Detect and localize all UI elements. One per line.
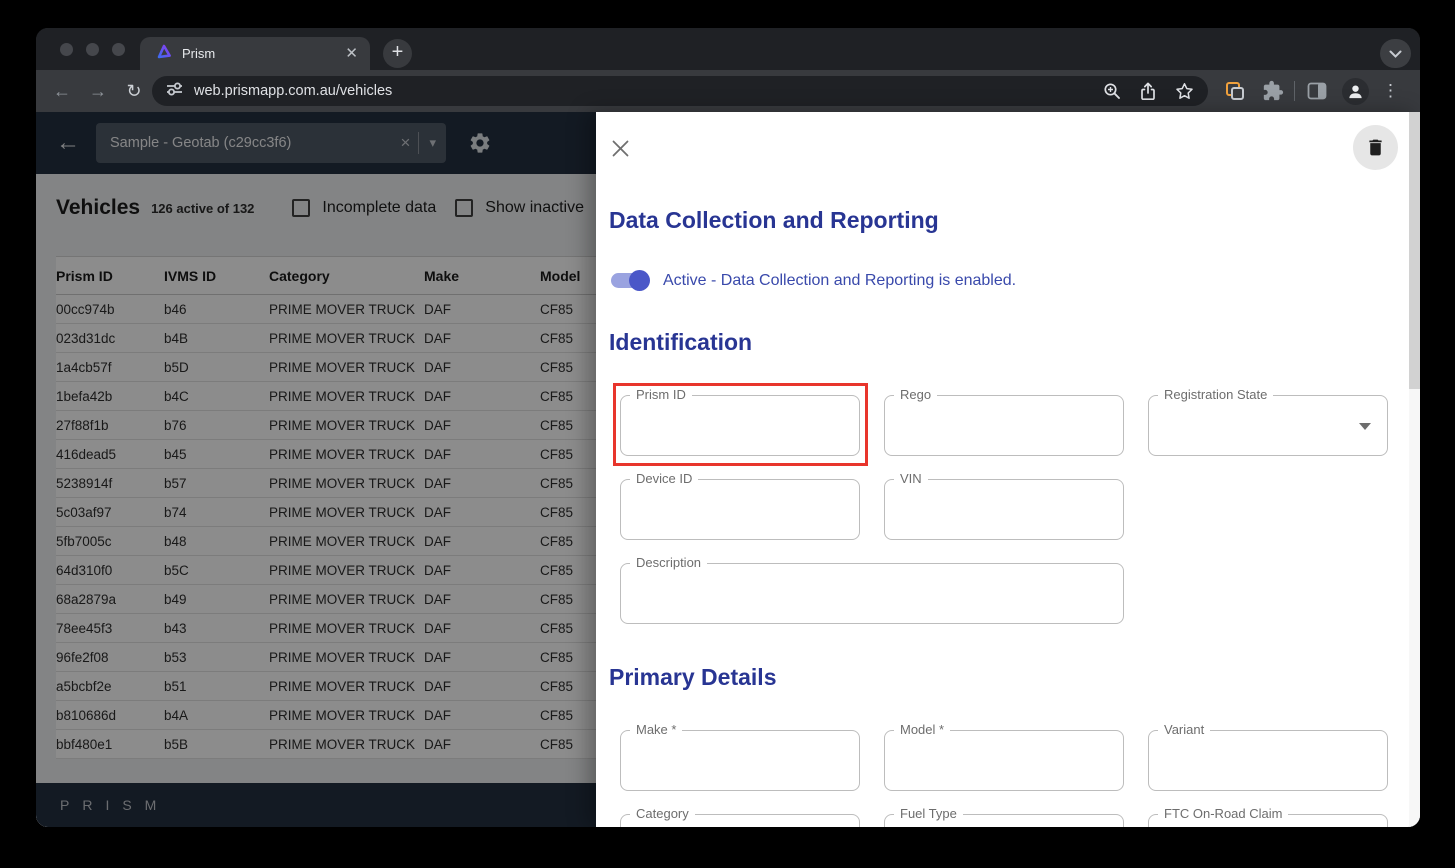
make-label: Make * bbox=[630, 722, 683, 737]
browser-tab[interactable]: Prism ✕ bbox=[140, 37, 370, 70]
active-toggle-switch[interactable] bbox=[611, 270, 650, 291]
category-label: Category bbox=[630, 806, 695, 821]
window-controls bbox=[60, 43, 125, 56]
window-close-button[interactable] bbox=[60, 43, 73, 56]
model-label: Model * bbox=[894, 722, 951, 737]
share-icon[interactable] bbox=[1139, 82, 1157, 101]
device-id-field[interactable]: Device ID bbox=[620, 471, 860, 540]
browser-toolbar: ← → ↻ web.prismapp.com.au/vehicles ⋮ bbox=[36, 70, 1420, 112]
drawer-scrollbar[interactable] bbox=[1409, 112, 1420, 827]
prism-id-input[interactable] bbox=[631, 410, 849, 427]
back-icon[interactable]: ← bbox=[44, 73, 80, 109]
dropdown-arrow-icon[interactable] bbox=[1359, 423, 1371, 430]
window-minimize-button[interactable] bbox=[86, 43, 99, 56]
variant-input[interactable] bbox=[1159, 745, 1377, 762]
drawer-body: Data Collection and Reporting Active - D… bbox=[596, 112, 1420, 827]
bookmark-star-icon[interactable] bbox=[1175, 82, 1194, 100]
toggle-knob bbox=[629, 270, 650, 291]
category-field[interactable]: Category bbox=[620, 806, 860, 827]
vin-field[interactable]: VIN bbox=[884, 471, 1124, 540]
new-tab-button[interactable]: + bbox=[383, 39, 412, 68]
browser-menu-icon[interactable]: ⋮ bbox=[1382, 81, 1399, 101]
section-title-identification: Identification bbox=[609, 329, 753, 355]
description-field[interactable]: Description bbox=[620, 555, 1124, 624]
model-input[interactable] bbox=[895, 745, 1113, 762]
tab-close-icon[interactable]: ✕ bbox=[345, 46, 358, 61]
reload-icon[interactable]: ↻ bbox=[116, 73, 152, 109]
section-title-primary-details: Primary Details bbox=[609, 664, 777, 690]
active-toggle-row: Active - Data Collection and Reporting i… bbox=[609, 270, 1376, 291]
active-toggle-label: Active - Data Collection and Reporting i… bbox=[663, 271, 1017, 289]
tab-search-chevron-icon[interactable] bbox=[1380, 39, 1411, 68]
device-id-input[interactable] bbox=[631, 494, 849, 511]
registration-state-label: Registration State bbox=[1158, 387, 1274, 402]
trash-icon bbox=[1369, 139, 1382, 156]
vin-label: VIN bbox=[894, 471, 928, 486]
side-panel-icon[interactable] bbox=[1307, 82, 1327, 100]
make-field[interactable]: Make * bbox=[620, 722, 860, 791]
model-field[interactable]: Model * bbox=[884, 722, 1124, 791]
tab-organize-icon[interactable] bbox=[1223, 79, 1247, 103]
url-text[interactable]: web.prismapp.com.au/vehicles bbox=[194, 83, 1085, 99]
description-label: Description bbox=[630, 555, 708, 570]
variant-field[interactable]: Variant bbox=[1148, 722, 1388, 791]
vin-input[interactable] bbox=[895, 494, 1113, 511]
rego-input[interactable] bbox=[895, 410, 1113, 427]
address-bar[interactable]: web.prismapp.com.au/vehicles bbox=[152, 76, 1208, 106]
section-title-reporting: Data Collection and Reporting bbox=[609, 207, 939, 233]
drawer-close-icon[interactable] bbox=[612, 140, 629, 162]
fuel-type-label: Fuel Type bbox=[894, 806, 963, 821]
ftc-on-road-claim-label: FTC On-Road Claim bbox=[1158, 806, 1289, 821]
window-zoom-button[interactable] bbox=[112, 43, 125, 56]
registration-state-field[interactable]: Registration State bbox=[1148, 387, 1388, 456]
site-settings-icon[interactable] bbox=[166, 81, 183, 102]
vehicle-edit-drawer: Data Collection and Reporting Active - D… bbox=[596, 112, 1420, 827]
scrollbar-thumb[interactable] bbox=[1409, 112, 1420, 389]
extensions-puzzle-icon[interactable] bbox=[1262, 80, 1284, 102]
primary-details-fields: Make * Model * Variant Category Fuel Typ… bbox=[620, 722, 1388, 827]
description-input[interactable] bbox=[631, 578, 1113, 595]
ftc-on-road-claim-field[interactable]: FTC On-Road Claim bbox=[1148, 806, 1388, 827]
tab-title: Prism bbox=[182, 46, 216, 61]
rego-label: Rego bbox=[894, 387, 938, 402]
variant-label: Variant bbox=[1158, 722, 1211, 737]
prism-id-label: Prism ID bbox=[630, 387, 692, 402]
web-content: ← Sample - Geotab (c29cc3f6) × ▾ Vehicle… bbox=[36, 112, 1420, 827]
forward-icon[interactable]: → bbox=[80, 73, 116, 109]
identification-fields: Prism ID Rego Registration State Device … bbox=[613, 383, 1388, 624]
prism-id-field[interactable]: Prism ID bbox=[620, 387, 860, 456]
toolbar-divider bbox=[1294, 81, 1295, 101]
delete-vehicle-button[interactable] bbox=[1353, 125, 1398, 170]
rego-field[interactable]: Rego bbox=[884, 387, 1124, 456]
browser-titlebar: Prism ✕ + bbox=[36, 28, 1420, 70]
make-input[interactable] bbox=[631, 745, 849, 762]
tab-favicon-icon bbox=[156, 44, 172, 64]
profile-avatar[interactable] bbox=[1342, 77, 1369, 105]
browser-window: Prism ✕ + ← → ↻ web.prismapp.com.au/vehi… bbox=[36, 28, 1420, 827]
device-id-label: Device ID bbox=[630, 471, 699, 486]
zoom-page-icon[interactable] bbox=[1103, 82, 1121, 100]
fuel-type-field[interactable]: Fuel Type bbox=[884, 806, 1124, 827]
